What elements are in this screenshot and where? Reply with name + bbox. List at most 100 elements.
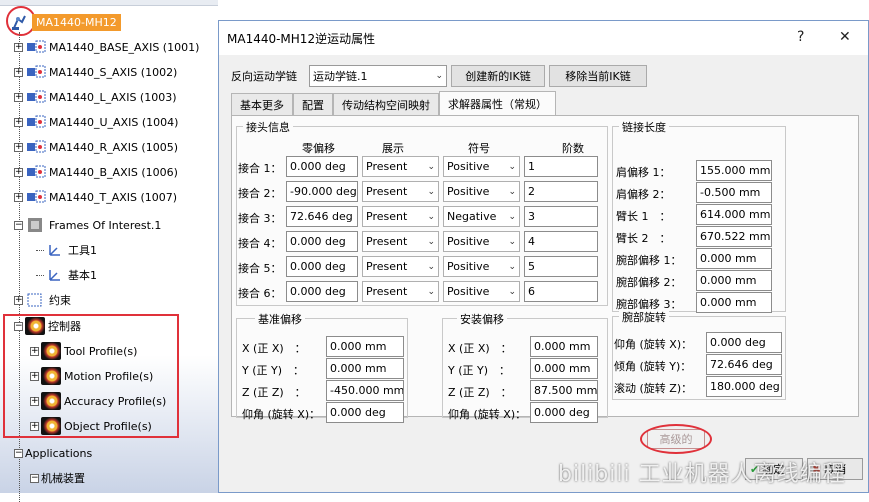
expand-icon[interactable]: + xyxy=(14,117,23,127)
link-length-field[interactable]: 155.000 mm xyxy=(696,160,772,181)
link-length-field[interactable]: -0.500 mm xyxy=(696,182,772,203)
joint-column-header: 阶数 xyxy=(562,142,584,155)
joint-order-field[interactable]: 1 xyxy=(524,156,598,177)
link-length-field[interactable]: 0.000 mm xyxy=(696,270,772,291)
tree-node-axis[interactable]: + MA1440_B_AXIS (1006) xyxy=(14,163,178,181)
tab-basic-more[interactable]: 基本更多 xyxy=(231,93,293,115)
watermark-text: bilibili 工业机器人离线编程 xyxy=(558,462,846,487)
collapse-icon[interactable]: − xyxy=(30,473,39,483)
wrist-rotation-field[interactable]: 72.646 deg xyxy=(706,354,782,375)
ik-chain-select[interactable]: 运动学链.1 ⌄ xyxy=(309,65,447,87)
link-length-field[interactable]: 0.000 mm xyxy=(696,292,772,313)
expand-icon[interactable]: + xyxy=(14,295,23,305)
create-ik-chain-button[interactable]: 创建新的IK链 xyxy=(451,65,545,87)
chevron-down-icon: ⌄ xyxy=(508,211,516,222)
close-button[interactable]: ✕ xyxy=(839,29,851,45)
mount-offset-field[interactable]: 0.000 mm xyxy=(530,358,598,379)
tab-config[interactable]: 配置 xyxy=(293,93,333,115)
wrist-rotation-field[interactable]: 180.000 deg xyxy=(706,376,782,397)
tree-node-label: 约束 xyxy=(49,294,71,307)
tree-node-label: MA1440_S_AXIS (1002) xyxy=(49,65,178,79)
tree-node-label: Applications xyxy=(25,446,93,460)
joint-display-select[interactable]: Present ⌄ xyxy=(362,181,439,202)
collapse-icon[interactable]: − xyxy=(14,448,23,458)
tab-bar: 基本更多 配置 传动结构空间映射 求解器属性（常规） xyxy=(231,91,556,116)
collapse-icon[interactable]: − xyxy=(14,220,23,230)
axis-icon xyxy=(27,65,46,78)
joint-order-field[interactable]: 2 xyxy=(524,181,598,202)
joint-display-value: Present xyxy=(366,185,408,198)
tree-node-mechanism[interactable]: − 机械装置 xyxy=(30,469,85,487)
chevron-down-icon: ⌄ xyxy=(427,161,435,172)
base-offset-field[interactable]: -450.000 mm xyxy=(326,380,404,401)
wrist-rotation-label: 滚动 (旋转 Z)： xyxy=(614,382,693,395)
joint-order-field[interactable]: 3 xyxy=(524,206,598,227)
link-length-field[interactable]: 614.000 mm xyxy=(696,204,772,225)
joint-offset-field[interactable]: 0.000 deg xyxy=(286,256,358,277)
frames-icon xyxy=(28,218,42,232)
link-length-field[interactable]: 670.522 mm xyxy=(696,226,772,247)
mount-offset-field[interactable]: 0.000 mm xyxy=(530,336,598,357)
chevron-down-icon: ⌄ xyxy=(427,186,435,197)
joint-display-select[interactable]: Present ⌄ xyxy=(362,256,439,277)
expand-icon[interactable]: + xyxy=(14,92,23,102)
joint-sign-select[interactable]: Positive ⌄ xyxy=(443,231,520,252)
tab-panel: 接头信息 零偏移 展示 符号 阶数 接合 1： 0.000 deg Present ⌄ Posi… xyxy=(231,115,859,423)
base-offset-field[interactable]: 0.000 mm xyxy=(326,336,404,357)
joint-offset-field[interactable]: -90.000 deg xyxy=(286,181,358,202)
joint-offset-field[interactable]: 0.000 deg xyxy=(286,231,358,252)
tree-node-axis[interactable]: + MA1440_BASE_AXIS (1001) xyxy=(14,38,199,56)
tab-solver-general[interactable]: 求解器属性（常规） xyxy=(439,91,556,116)
joint-display-value: Present xyxy=(366,285,408,298)
wrist-rotation-field[interactable]: 0.000 deg xyxy=(706,332,782,353)
tree-node-constraint[interactable]: + 约束 xyxy=(14,291,71,309)
joint-display-select[interactable]: Present ⌄ xyxy=(362,206,439,227)
joint-order-field[interactable]: 4 xyxy=(524,231,598,252)
tree-node-axis[interactable]: + MA1440_R_AXIS (1005) xyxy=(14,138,178,156)
tree-node-axis[interactable]: + MA1440_S_AXIS (1002) xyxy=(14,63,177,81)
mount-offset-field[interactable]: 87.500 mm xyxy=(530,380,598,401)
tab-mapping[interactable]: 传动结构空间映射 xyxy=(333,93,439,115)
tree-node-frames[interactable]: − Frames Of Interest.1 xyxy=(14,216,161,234)
joint-display-select[interactable]: Present ⌄ xyxy=(362,156,439,177)
tree-node-label: MA1440_R_AXIS (1005) xyxy=(49,140,179,154)
joint-sign-value: Positive xyxy=(447,260,490,273)
tree-root-label[interactable]: MA1440-MH12 xyxy=(32,14,121,31)
axis-icon xyxy=(27,40,46,53)
base-offset-field[interactable]: 0.000 mm xyxy=(326,358,404,379)
mount-offset-field[interactable]: 0.000 deg xyxy=(530,402,598,423)
link-length-field[interactable]: 0.000 mm xyxy=(696,248,772,269)
expand-icon[interactable]: + xyxy=(14,192,23,202)
joint-sign-select[interactable]: Positive ⌄ xyxy=(443,156,520,177)
tree-node-label: MA1440_BASE_AXIS (1001) xyxy=(49,40,200,54)
expand-icon[interactable]: + xyxy=(14,67,23,77)
expand-icon[interactable]: + xyxy=(14,167,23,177)
link-length-label: 臂长 1 ： xyxy=(616,210,671,223)
joint-sign-select[interactable]: Negative ⌄ xyxy=(443,206,520,227)
tree-node-applications[interactable]: − Applications xyxy=(14,444,92,462)
remove-ik-chain-button[interactable]: 移除当前IK链 xyxy=(549,65,647,87)
joint-display-select[interactable]: Present ⌄ xyxy=(362,231,439,252)
tree-node-axis[interactable]: + MA1440_U_AXIS (1004) xyxy=(14,113,178,131)
joint-sign-select[interactable]: Positive ⌄ xyxy=(443,256,520,277)
joint-offset-field[interactable]: 72.646 deg xyxy=(286,206,358,227)
axis-icon xyxy=(27,190,46,203)
tree-node-frame[interactable]: 工具1 xyxy=(36,241,97,259)
tree-node-label: Frames Of Interest.1 xyxy=(49,218,162,232)
tree-node-axis[interactable]: + MA1440_L_AXIS (1003) xyxy=(14,88,177,106)
tree-node-axis[interactable]: + MA1440_T_AXIS (1007) xyxy=(14,188,177,206)
help-button[interactable]: ? xyxy=(797,29,804,45)
joint-label: 接合 3： xyxy=(238,212,282,225)
expand-icon[interactable]: + xyxy=(14,42,23,52)
joint-order-field[interactable]: 5 xyxy=(524,256,598,277)
joint-display-select[interactable]: Present ⌄ xyxy=(362,281,439,302)
chevron-down-icon: ⌄ xyxy=(508,186,516,197)
joint-offset-field[interactable]: 0.000 deg xyxy=(286,156,358,177)
joint-sign-select[interactable]: Positive ⌄ xyxy=(443,181,520,202)
expand-icon[interactable]: + xyxy=(14,142,23,152)
tree-node-frame[interactable]: 基本1 xyxy=(36,266,97,284)
joint-offset-field[interactable]: 0.000 deg xyxy=(286,281,358,302)
joint-order-field[interactable]: 6 xyxy=(524,281,598,302)
base-offset-field[interactable]: 0.000 deg xyxy=(326,402,404,423)
joint-sign-select[interactable]: Positive ⌄ xyxy=(443,281,520,302)
